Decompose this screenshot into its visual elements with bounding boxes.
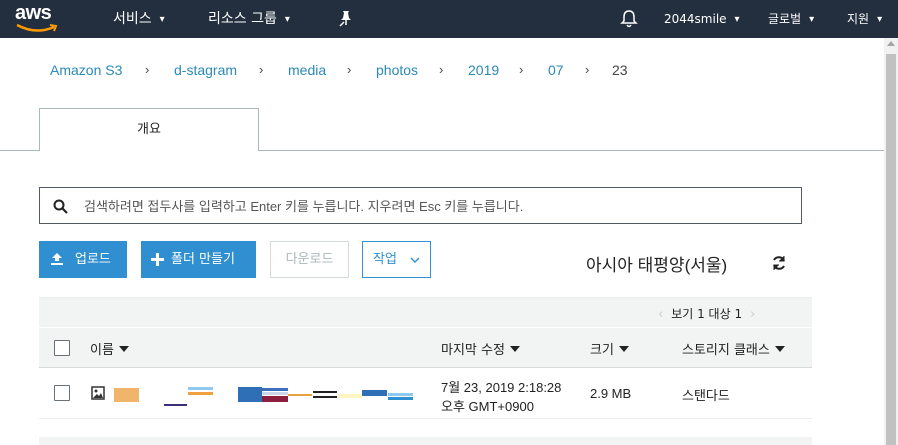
chevron-down-icon: ▾ <box>734 14 740 25</box>
search-box[interactable] <box>39 187 802 224</box>
global-label: 글로벌 <box>768 12 802 26</box>
column-header-name[interactable]: 이름 <box>90 339 129 358</box>
breadcrumb-link[interactable]: d-stagram <box>174 62 237 78</box>
download-button[interactable]: 다운로드 <box>270 241 349 278</box>
chevron-down-icon <box>410 257 420 263</box>
upload-button[interactable]: 업로드 <box>39 241 127 278</box>
upload-icon <box>51 253 63 265</box>
chevron-down-icon: ▾ <box>159 14 165 25</box>
breadcrumb-separator-icon: › <box>439 62 444 77</box>
pin-icon[interactable] <box>338 10 354 28</box>
breadcrumb-separator-icon: › <box>259 62 264 77</box>
column-modified-label: 마지막 수정 <box>441 343 505 358</box>
pagination-label: 보기 1 대상 1 <box>671 307 743 321</box>
support-label: 지원 <box>847 12 870 26</box>
breadcrumb-separator-icon: › <box>519 62 524 77</box>
search-input[interactable] <box>84 196 784 216</box>
scroll-up-arrow-icon[interactable] <box>887 41 895 46</box>
aws-logo[interactable]: aws <box>12 2 62 36</box>
bell-icon[interactable] <box>620 9 638 29</box>
account-label: 2044smile <box>664 12 727 26</box>
search-icon <box>53 199 68 214</box>
previous-page-icon[interactable]: ‹ <box>658 307 663 322</box>
sort-icon <box>118 346 129 352</box>
file-name-link[interactable] <box>112 384 414 409</box>
column-header-modified[interactable]: 마지막 수정 <box>441 339 520 358</box>
breadcrumb-separator-icon: › <box>585 62 590 77</box>
aws-smile-icon <box>16 23 58 32</box>
region-menu[interactable]: 글로벌 ▾ <box>768 0 814 38</box>
last-modified-line1: 7월 23, 2019 2:18:28 <box>441 380 562 395</box>
column-header-size[interactable]: 크기 <box>590 339 629 358</box>
resource-groups-label: 리소스 그룹 <box>208 11 277 27</box>
services-menu[interactable]: 서비스 ▾ <box>113 0 165 38</box>
breadcrumb-link[interactable]: 07 <box>548 62 564 78</box>
row-checkbox[interactable] <box>54 385 70 401</box>
breadcrumb-current: 23 <box>612 62 628 78</box>
sort-icon <box>509 346 520 352</box>
breadcrumb-separator-icon: › <box>145 62 150 77</box>
breadcrumb-link[interactable]: media <box>288 62 326 78</box>
resource-groups-menu[interactable]: 리소스 그룹 ▾ <box>208 0 290 38</box>
select-all-checkbox[interactable] <box>54 340 70 356</box>
column-name-label: 이름 <box>90 343 114 358</box>
breadcrumb-separator-icon: › <box>347 62 352 77</box>
account-menu[interactable]: 2044smile ▾ <box>664 0 740 38</box>
services-label: 서비스 <box>113 11 152 27</box>
chevron-down-icon: ▾ <box>877 14 883 25</box>
plus-icon <box>151 253 164 266</box>
breadcrumb-link[interactable]: Amazon S3 <box>50 62 122 78</box>
sort-icon <box>618 346 629 352</box>
scrollbar-thumb[interactable] <box>886 54 896 445</box>
storage-class: 스탠다드 <box>682 388 730 403</box>
actions-label: 작업 <box>373 252 397 267</box>
next-page-icon[interactable]: › <box>750 307 755 322</box>
tab-overview[interactable]: 개요 <box>39 108 259 151</box>
aws-logo-text: aws <box>15 2 52 24</box>
breadcrumb-link[interactable]: 2019 <box>468 62 499 78</box>
column-storage-class-label: 스토리지 클래스 <box>682 343 770 358</box>
refresh-icon[interactable] <box>771 255 787 271</box>
upload-label: 업로드 <box>75 252 111 267</box>
column-size-label: 크기 <box>590 343 614 358</box>
region-label: 아시아 태평양(서울) <box>586 256 728 275</box>
create-folder-button[interactable]: 폴더 만들기 <box>141 241 256 278</box>
table-footer <box>39 437 812 445</box>
column-header-storage-class[interactable]: 스토리지 클래스 <box>682 339 785 358</box>
image-file-icon <box>91 386 105 400</box>
actions-dropdown[interactable]: 작업 <box>362 241 431 278</box>
file-size: 2.9 MB <box>590 386 632 401</box>
support-menu[interactable]: 지원 ▾ <box>847 0 882 38</box>
chevron-down-icon: ▾ <box>284 14 290 25</box>
create-folder-label: 폴더 만들기 <box>171 252 235 267</box>
sort-icon <box>774 346 785 352</box>
top-nav-bar: aws 서비스 ▾ 리소스 그룹 ▾ 2044smile ▾ 글로벌 ▾ 지원 ▾ <box>0 0 898 38</box>
chevron-down-icon: ▾ <box>809 14 815 25</box>
breadcrumb-link[interactable]: photos <box>376 62 418 78</box>
pagination: ‹ 보기 1 대상 1 › <box>650 305 763 322</box>
last-modified-line2: 오후 GMT+0900 <box>441 399 534 414</box>
